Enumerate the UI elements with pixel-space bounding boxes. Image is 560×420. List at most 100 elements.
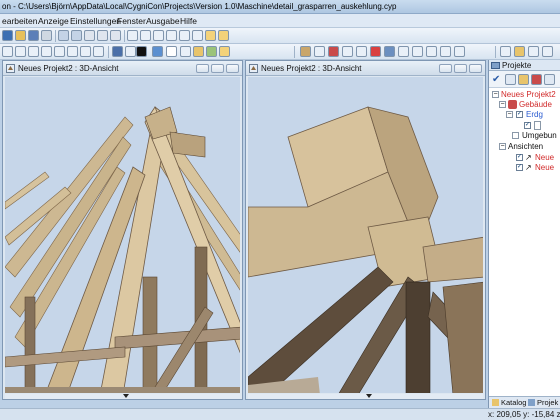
menu-anzeige[interactable]: Anzeige bbox=[38, 16, 69, 26]
settings-icon[interactable] bbox=[440, 46, 451, 57]
minimize-button[interactable] bbox=[439, 64, 452, 73]
window-title: on - C:\Users\Björn\AppData\Local\CygniC… bbox=[2, 2, 397, 11]
stop-icon[interactable] bbox=[370, 46, 381, 57]
close-button[interactable] bbox=[226, 64, 239, 73]
info-icon[interactable] bbox=[454, 46, 465, 57]
floor-checkbox[interactable]: ✓ bbox=[516, 111, 523, 118]
maximize-button[interactable] bbox=[211, 64, 224, 73]
menu-ausgabe[interactable]: Ausgabe bbox=[146, 16, 180, 26]
3d-canvas-right[interactable] bbox=[248, 77, 483, 393]
building-icon bbox=[508, 100, 517, 109]
undo-icon[interactable] bbox=[97, 30, 108, 41]
tree-project[interactable]: Neues Projekt2 bbox=[501, 90, 556, 99]
viewport-left-titlebar: Neues Projekt2 : 3D-Ansicht bbox=[3, 61, 242, 76]
open-folder-icon[interactable] bbox=[15, 30, 26, 41]
drill-icon[interactable] bbox=[356, 46, 367, 57]
mirror-icon[interactable] bbox=[54, 46, 65, 57]
tab-projects[interactable]: Projek bbox=[537, 398, 558, 407]
title-bar: on - C:\Users\Björn\AppData\Local\CygniC… bbox=[0, 0, 560, 14]
list-icon[interactable] bbox=[398, 46, 409, 57]
black-color-icon[interactable] bbox=[136, 46, 147, 57]
view-icon[interactable] bbox=[2, 46, 13, 57]
table-icon[interactable] bbox=[412, 46, 423, 57]
tree-view-2[interactable]: Neue bbox=[535, 163, 554, 172]
tree-view-1[interactable]: Neue bbox=[535, 153, 554, 162]
checkmark-icon[interactable]: ✔ bbox=[492, 74, 500, 85]
rotate-icon[interactable] bbox=[41, 46, 52, 57]
view1-icon: ↗ bbox=[525, 153, 532, 162]
properties-icon[interactable] bbox=[544, 74, 555, 85]
ruler-icon[interactable] bbox=[514, 46, 525, 57]
light-icon[interactable] bbox=[219, 46, 230, 57]
collapse-floor-icon[interactable]: − bbox=[506, 111, 513, 118]
zoom-out-icon[interactable] bbox=[166, 30, 177, 41]
close-button[interactable] bbox=[469, 64, 482, 73]
zoom-extents-icon[interactable] bbox=[192, 30, 203, 41]
view1-checkbox[interactable]: ✓ bbox=[516, 154, 523, 161]
save-icon[interactable] bbox=[28, 30, 39, 41]
remove-icon[interactable] bbox=[531, 74, 542, 85]
tab-catalog[interactable]: Katalog bbox=[501, 398, 526, 407]
copy-icon[interactable] bbox=[58, 30, 69, 41]
menu-fenster[interactable]: Fenster bbox=[117, 16, 146, 26]
horizontal-scrollbar-right[interactable] bbox=[248, 394, 483, 399]
new-file-icon[interactable] bbox=[2, 30, 13, 41]
measure-icon[interactable] bbox=[67, 46, 78, 57]
tree-building[interactable]: Gebäude bbox=[519, 100, 552, 109]
minimize-button[interactable] bbox=[196, 64, 209, 73]
select-icon[interactable] bbox=[15, 46, 26, 57]
curve-icon[interactable] bbox=[528, 46, 539, 57]
menu-hilfe[interactable]: Hilfe bbox=[180, 16, 197, 26]
wireframe-icon[interactable] bbox=[180, 46, 191, 57]
maximize-button[interactable] bbox=[454, 64, 467, 73]
add-icon[interactable] bbox=[505, 74, 516, 85]
cube-icon[interactable] bbox=[112, 46, 123, 57]
redo-icon[interactable] bbox=[110, 30, 121, 41]
tree-environment[interactable]: Umgebun bbox=[522, 131, 557, 140]
extra-icon[interactable] bbox=[542, 46, 553, 57]
project-panel-header: Projekte bbox=[489, 60, 560, 71]
print-icon[interactable] bbox=[41, 30, 52, 41]
cut-icon[interactable] bbox=[342, 46, 353, 57]
camera-icon[interactable] bbox=[152, 46, 163, 57]
paste-icon[interactable] bbox=[71, 30, 82, 41]
collapse-building-icon[interactable]: − bbox=[499, 101, 506, 108]
collapse-project-icon[interactable]: − bbox=[492, 91, 499, 98]
collapse-views-icon[interactable]: − bbox=[499, 143, 506, 150]
align-icon[interactable] bbox=[93, 46, 104, 57]
export-icon[interactable] bbox=[384, 46, 395, 57]
render-mode-icon[interactable] bbox=[125, 46, 136, 57]
wall-icon[interactable] bbox=[518, 74, 529, 85]
tree-views[interactable]: Ansichten bbox=[508, 142, 543, 151]
scroll-arrow-icon[interactable] bbox=[122, 394, 129, 398]
zoom-window-icon[interactable] bbox=[179, 30, 190, 41]
environment-icon bbox=[512, 132, 519, 139]
horizontal-scrollbar-left[interactable] bbox=[5, 394, 240, 399]
pencil-icon[interactable] bbox=[500, 46, 511, 57]
texture-icon[interactable] bbox=[206, 46, 217, 57]
zoom-icon[interactable] bbox=[140, 30, 151, 41]
report-icon[interactable] bbox=[426, 46, 437, 57]
tree-floor[interactable]: Erdg bbox=[526, 110, 543, 119]
beam-icon[interactable] bbox=[300, 46, 311, 57]
menu-bearbeiten[interactable]: earbeiten bbox=[2, 16, 37, 26]
tool-red-icon[interactable] bbox=[328, 46, 339, 57]
view2-icon: ↗ bbox=[525, 163, 532, 172]
3d-canvas-left[interactable] bbox=[5, 77, 240, 393]
scroll-arrow-icon[interactable] bbox=[365, 394, 372, 398]
view2-checkbox[interactable]: ✓ bbox=[516, 164, 523, 171]
white-color-icon[interactable] bbox=[166, 46, 177, 57]
snap-icon[interactable] bbox=[218, 30, 229, 41]
pan-icon[interactable] bbox=[127, 30, 138, 41]
floor-item-checkbox[interactable]: ✓ bbox=[524, 122, 531, 129]
zoom-in-icon[interactable] bbox=[153, 30, 164, 41]
grid-icon[interactable] bbox=[205, 30, 216, 41]
move-icon[interactable] bbox=[28, 46, 39, 57]
delete-icon[interactable] bbox=[84, 30, 95, 41]
viewport-icon bbox=[6, 64, 15, 73]
joint-icon[interactable] bbox=[314, 46, 325, 57]
viewport-left-title: Neues Projekt2 : 3D-Ansicht bbox=[18, 64, 119, 73]
material-icon[interactable] bbox=[193, 46, 204, 57]
menu-einstellungen[interactable]: Einstellungen bbox=[70, 16, 121, 26]
layer-icon[interactable] bbox=[80, 46, 91, 57]
